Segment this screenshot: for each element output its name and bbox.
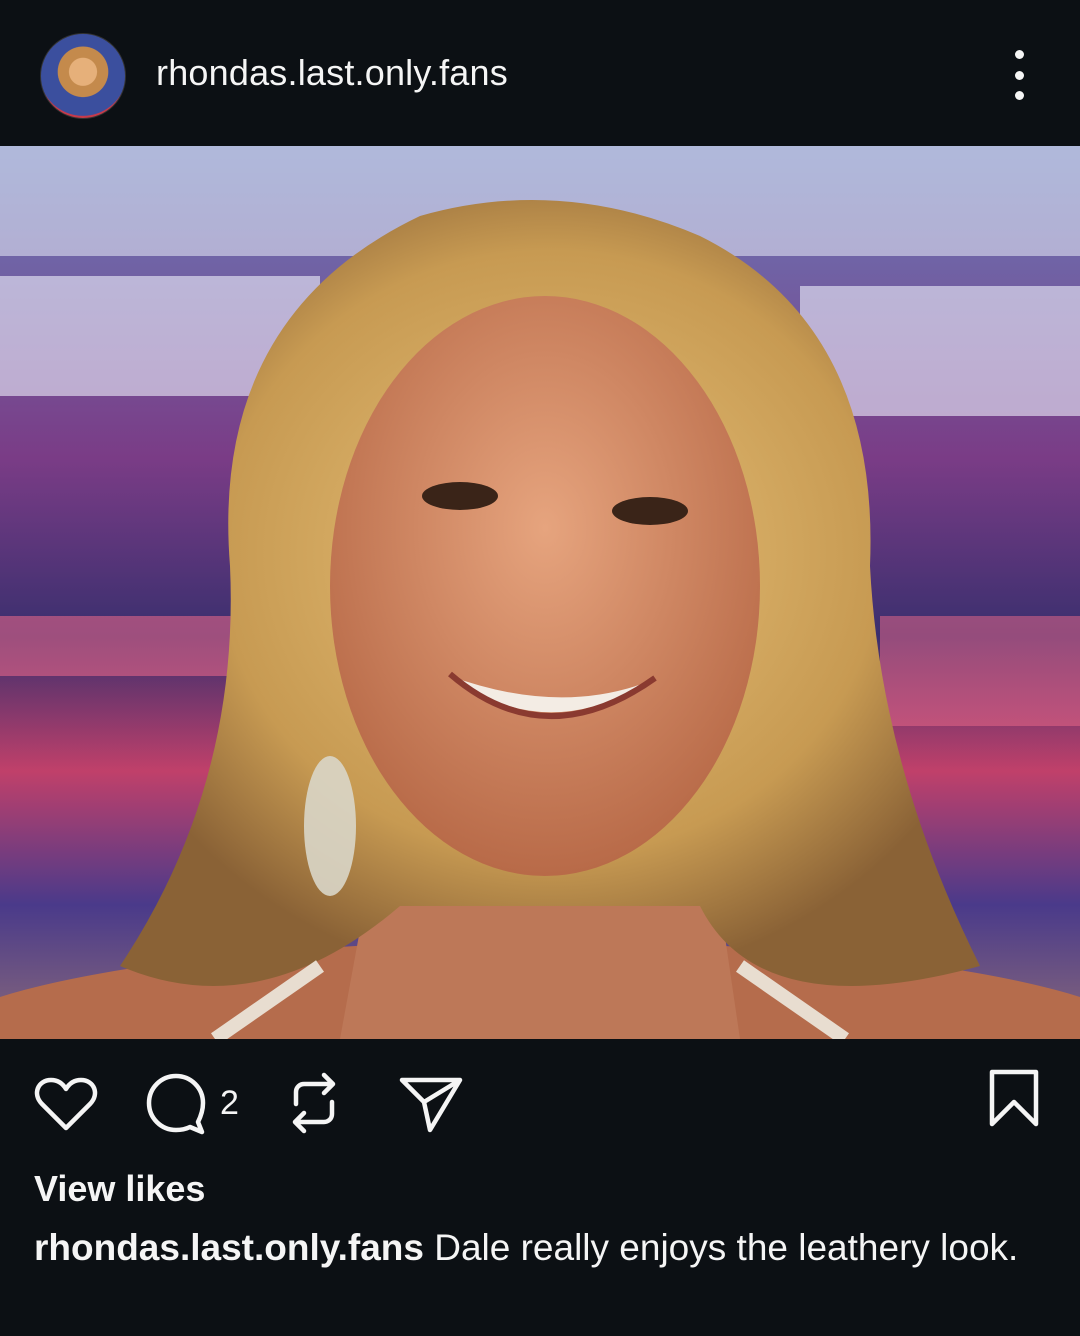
avatar[interactable] bbox=[40, 33, 126, 119]
post-image[interactable] bbox=[0, 146, 1080, 1039]
post-username[interactable]: rhondas.last.only.fans bbox=[156, 52, 508, 94]
heart-icon[interactable] bbox=[34, 1076, 98, 1137]
more-vertical-icon[interactable] bbox=[1000, 50, 1038, 100]
caption-username[interactable]: rhondas.last.only.fans bbox=[34, 1227, 424, 1268]
comment-count[interactable]: 2 bbox=[220, 1084, 239, 1123]
post-header: rhondas.last.only.fans bbox=[0, 0, 1080, 146]
repost-icon[interactable] bbox=[286, 1070, 342, 1141]
bookmark-icon[interactable] bbox=[986, 1068, 1042, 1133]
comment-icon[interactable] bbox=[144, 1072, 208, 1141]
post-caption: rhondas.last.only.fans Dale really enjoy… bbox=[34, 1222, 1044, 1274]
send-icon[interactable] bbox=[398, 1074, 464, 1139]
view-likes-link[interactable]: View likes bbox=[34, 1168, 205, 1210]
post-actions bbox=[0, 1040, 1080, 1170]
caption-text: Dale really enjoys the leathery look. bbox=[434, 1227, 1019, 1268]
